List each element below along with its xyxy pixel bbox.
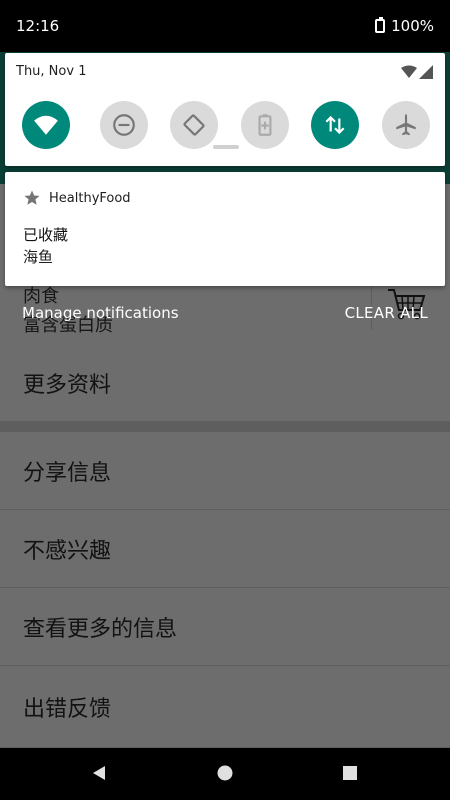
shade-date: Thu, Nov 1 [16,64,87,79]
signal-icon [401,65,433,79]
wifi-icon [34,115,58,135]
notification-card[interactable]: HealthyFood 已收藏 海鱼 [5,172,445,286]
section-divider [0,422,450,432]
back-icon[interactable] [90,764,108,782]
mobile-data-toggle[interactable] [311,101,359,149]
home-icon[interactable] [216,764,234,782]
drag-handle[interactable] [213,145,239,149]
share-row[interactable]: 分享信息 [0,432,450,510]
auto-rotate-toggle[interactable] [170,101,218,149]
notification-text: 海鱼 [23,248,54,266]
more-info-row[interactable]: 更多资料 [0,344,450,422]
star-icon [24,190,40,205]
battery-saver-toggle[interactable] [241,101,289,149]
manage-notifications-button[interactable]: Manage notifications [22,304,179,322]
feedback-label: 出错反馈 [23,696,112,722]
notification-app-name: HealthyFood [49,190,131,206]
notification-title: 已收藏 [23,226,69,244]
view-more-label: 查看更多的信息 [23,616,178,642]
rotate-icon [183,114,205,136]
airplane-toggle[interactable] [382,101,430,149]
view-more-row[interactable]: 查看更多的信息 [0,588,450,666]
dnd-toggle[interactable] [100,101,148,149]
feedback-row[interactable]: 出错反馈 [0,666,450,748]
status-icons: 100% [375,17,434,35]
battery-percent: 100% [391,17,434,35]
not-interested-label: 不感兴趣 [23,538,112,564]
share-label: 分享信息 [23,460,112,486]
status-bar: 12:16 100% [0,0,450,52]
battery-icon [375,17,386,33]
quick-settings-panel: Thu, Nov 1 [5,53,445,166]
more-info-label: 更多资料 [23,372,112,398]
wifi-toggle[interactable] [22,101,70,149]
battery-saver-icon [258,114,272,136]
data-arrows-icon [325,115,345,135]
clear-all-button[interactable]: CLEAR ALL [345,304,428,322]
not-interested-row[interactable]: 不感兴趣 [0,510,450,588]
recent-apps-icon[interactable] [341,764,359,782]
do-not-disturb-icon [113,114,135,136]
airplane-icon [396,114,416,136]
navigation-bar [0,748,450,800]
notification-header: HealthyFood [23,189,131,207]
quick-settings-row [22,101,432,149]
status-time: 12:16 [16,17,60,35]
